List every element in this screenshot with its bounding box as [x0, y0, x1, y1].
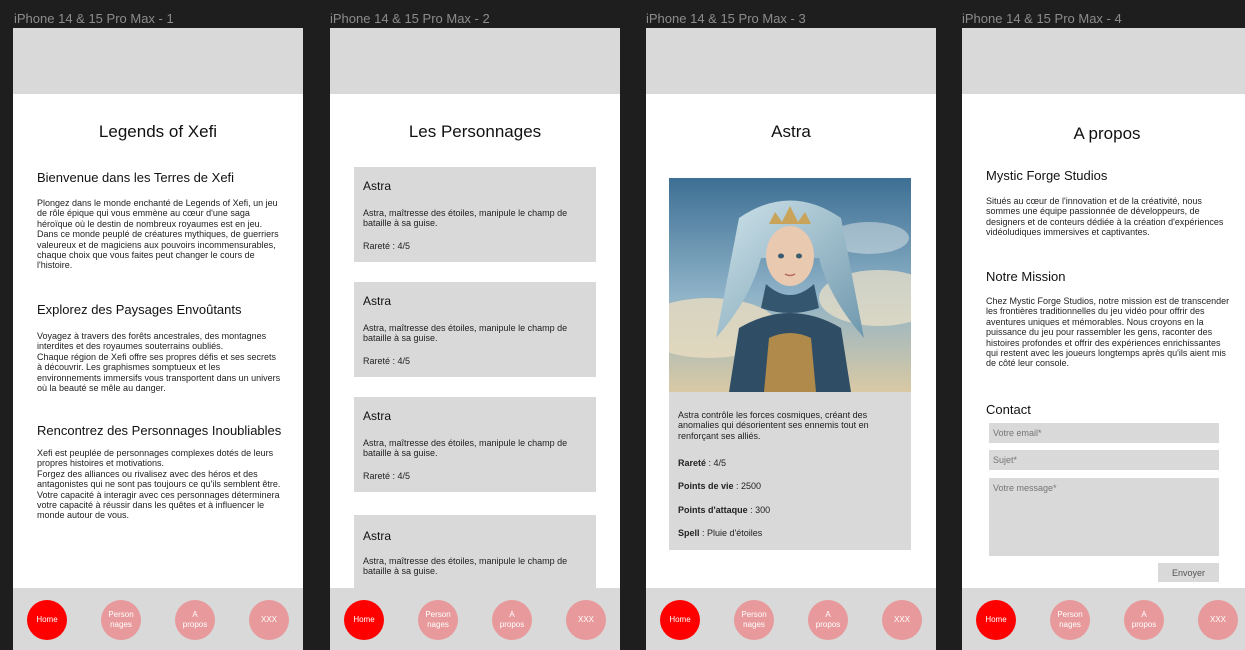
nav-apropos-button[interactable]: A propos — [1124, 600, 1164, 640]
nav-xxx-button[interactable]: XXX — [249, 600, 289, 640]
frame-label-4: iPhone 14 & 15 Pro Max - 4 — [962, 11, 1122, 26]
characters-screen: Les Personnages Astra Astra, maîtresse d… — [330, 28, 620, 650]
character-detail-screen: Astra Astra contrôle les forces cosmique… — [646, 28, 936, 650]
message-field[interactable] — [989, 478, 1219, 556]
page-title: Astra — [771, 122, 811, 141]
stat-attack: Points d'attaque : 300 — [678, 505, 770, 515]
about-screen: A propos Mystic Forge Studios Situés au … — [962, 28, 1245, 650]
stat-label: Spell — [678, 528, 700, 538]
stat-label: Points de vie — [678, 481, 734, 491]
character-card[interactable]: Astra Astra, maîtresse des étoiles, mani… — [354, 397, 596, 492]
character-name: Astra — [363, 529, 392, 543]
stat-value: : Pluie d'étoiles — [699, 528, 763, 538]
nav-personnages-button[interactable]: Person nages — [101, 600, 141, 640]
stat-label: Points d'attaque — [678, 505, 748, 515]
studio-text: Situés au cœur de l'innovation et de la … — [986, 196, 1224, 238]
character-card[interactable]: Astra Astra, maîtresse des étoiles, mani… — [354, 167, 596, 262]
contact-heading: Contact — [986, 402, 1031, 417]
character-detail-card: Astra contrôle les forces cosmiques, cré… — [669, 178, 911, 550]
status-bar — [646, 28, 936, 94]
nav-home-button[interactable]: Home — [27, 600, 67, 640]
stat-label: Rareté — [678, 458, 707, 468]
character-portrait — [669, 178, 911, 392]
stat-value: : 2500 — [733, 481, 762, 491]
nav-home-button[interactable]: Home — [660, 600, 700, 640]
frame-label-1: iPhone 14 & 15 Pro Max - 1 — [14, 11, 174, 26]
page-title: Legends of Xefi — [98, 122, 218, 141]
nav-xxx-button[interactable]: XXX — [566, 600, 606, 640]
character-card[interactable]: Astra Astra, maîtresse des étoiles, mani… — [354, 282, 596, 377]
character-description: Astra contrôle les forces cosmiques, cré… — [678, 410, 869, 441]
character-description: Astra, maîtresse des étoiles, manipule l… — [363, 438, 568, 459]
stat-rarity: Rareté : 4/5 — [678, 458, 726, 468]
status-bar — [962, 28, 1245, 94]
frame-label-3: iPhone 14 & 15 Pro Max - 3 — [646, 11, 806, 26]
nav-home-button[interactable]: Home — [344, 600, 384, 640]
character-description: Astra, maîtresse des étoiles, manipule l… — [363, 323, 568, 344]
page-title: Les Personnages — [408, 122, 542, 141]
nav-apropos-button[interactable]: A propos — [808, 600, 848, 640]
stat-spell: Spell : Pluie d'étoiles — [678, 528, 762, 538]
section-text-landscapes: Voyagez à travers des forêts ancestrales… — [37, 331, 281, 394]
status-bar — [13, 28, 303, 94]
stat-value: : 4/5 — [706, 458, 727, 468]
mission-text: Chez Mystic Forge Studios, notre mission… — [986, 296, 1230, 369]
section-heading-characters: Rencontrez des Personnages Inoubliables — [37, 423, 282, 438]
status-bar — [330, 28, 620, 94]
character-name: Astra — [363, 179, 392, 193]
section-heading-welcome: Bienvenue dans les Terres de Xefi — [37, 170, 235, 185]
mission-heading: Notre Mission — [986, 269, 1066, 284]
section-text-welcome: Plongez dans le monde enchanté de Legend… — [37, 198, 279, 271]
stat-hp: Points de vie : 2500 — [678, 481, 761, 491]
nav-personnages-button[interactable]: Person nages — [1050, 600, 1090, 640]
send-button[interactable]: Envoyer — [1158, 563, 1219, 582]
home-screen: Legends of Xefi Bienvenue dans les Terre… — [13, 28, 303, 650]
section-text-characters: Xefi est peuplée de personnages complexe… — [37, 448, 281, 521]
frame-label-2: iPhone 14 & 15 Pro Max - 2 — [330, 11, 490, 26]
nav-personnages-button[interactable]: Person nages — [418, 600, 458, 640]
character-card[interactable]: Astra Astra, maîtresse des étoiles, mani… — [354, 515, 596, 595]
nav-xxx-button[interactable]: XXX — [882, 600, 922, 640]
email-field[interactable] — [989, 423, 1219, 443]
character-description: Astra, maîtresse des étoiles, manipule l… — [363, 208, 568, 229]
section-heading-landscapes: Explorez des Paysages Envoûtants — [37, 302, 242, 317]
character-name: Astra — [363, 409, 392, 423]
page-title: A propos — [1073, 124, 1141, 143]
nav-personnages-button[interactable]: Person nages — [734, 600, 774, 640]
character-rarity: Rareté : 4/5 — [363, 241, 411, 251]
subject-field[interactable] — [989, 450, 1219, 470]
character-rarity: Rareté : 4/5 — [363, 356, 411, 366]
nav-home-button[interactable]: Home — [976, 600, 1016, 640]
studio-heading: Mystic Forge Studios — [986, 168, 1108, 183]
character-rarity: Rareté : 4/5 — [363, 471, 411, 481]
nav-apropos-button[interactable]: A propos — [175, 600, 215, 640]
portrait-illustration — [669, 178, 911, 392]
character-name: Astra — [363, 294, 392, 308]
character-description: Astra, maîtresse des étoiles, manipule l… — [363, 556, 568, 577]
nav-apropos-button[interactable]: A propos — [492, 600, 532, 640]
stat-value: : 300 — [747, 505, 771, 515]
nav-xxx-button[interactable]: XXX — [1198, 600, 1238, 640]
